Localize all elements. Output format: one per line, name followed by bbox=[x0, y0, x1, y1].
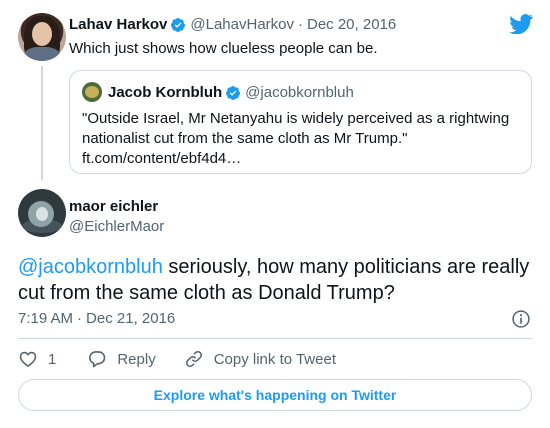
quoted-tweet-body: "Outside Israel, Mr Netanyahu is widely … bbox=[82, 110, 510, 147]
parent-tweet-text: Which just shows how clueless people can… bbox=[69, 40, 378, 57]
quoted-author-handle[interactable]: @jacobkornbluh bbox=[245, 84, 354, 101]
verified-badge-icon bbox=[226, 85, 241, 100]
like-button[interactable]: 1 bbox=[18, 349, 56, 369]
copy-link-label: Copy link to Tweet bbox=[213, 350, 336, 368]
like-count: 1 bbox=[48, 350, 57, 368]
quoted-author-name[interactable]: Jacob Kornbluh bbox=[108, 84, 222, 101]
twitter-bird-icon[interactable] bbox=[509, 14, 533, 34]
author-name[interactable]: maor eichler bbox=[69, 198, 158, 215]
action-bar: 1 Reply Copy link to Tweet bbox=[18, 348, 336, 370]
link-icon bbox=[185, 351, 202, 367]
parent-author-name[interactable]: Lahav Harkov bbox=[69, 16, 167, 33]
parent-tweet-date[interactable]: Dec 20, 2016 bbox=[307, 16, 396, 33]
separator-dot: · bbox=[77, 310, 83, 327]
avatar[interactable] bbox=[18, 189, 66, 237]
verified-badge-icon bbox=[171, 17, 186, 32]
reply-bubble-icon bbox=[89, 351, 106, 368]
reply-label: Reply bbox=[117, 350, 156, 368]
thread-connector-line bbox=[41, 66, 43, 180]
reply-button[interactable]: Reply bbox=[87, 349, 156, 369]
tweet-text: @jacobkornbluh seriously, how many polit… bbox=[18, 254, 538, 306]
parent-tweet-header: Lahav Harkov @LahavHarkov · Dec 20, 2016 bbox=[69, 16, 396, 33]
divider bbox=[18, 338, 532, 339]
tweet-embed-card: Lahav Harkov @LahavHarkov · Dec 20, 2016… bbox=[0, 0, 550, 428]
mention-link[interactable]: @jacobkornbluh bbox=[18, 256, 163, 278]
tweet-timestamp[interactable]: 7:19 AM · Dec 21, 2016 bbox=[18, 310, 175, 327]
avatar[interactable] bbox=[82, 82, 102, 102]
copy-link-button[interactable]: Copy link to Tweet bbox=[184, 349, 336, 369]
quoted-tweet[interactable]: Jacob Kornbluh @jacobkornbluh "Outside I… bbox=[69, 70, 532, 174]
separator-dot: · bbox=[298, 16, 303, 33]
explore-twitter-button[interactable]: Explore what's happening on Twitter bbox=[18, 379, 532, 411]
parent-author-handle[interactable]: @LahavHarkov bbox=[190, 16, 294, 33]
heart-icon bbox=[19, 351, 37, 367]
tweet-time[interactable]: 7:19 AM bbox=[18, 310, 73, 327]
author-handle[interactable]: @EichlerMaor bbox=[69, 218, 164, 235]
tweet-date[interactable]: Dec 21, 2016 bbox=[86, 310, 175, 327]
quoted-tweet-link[interactable]: ft.com/content/ebf4d4… bbox=[82, 149, 522, 169]
quoted-tweet-text: "Outside Israel, Mr Netanyahu is widely … bbox=[82, 109, 522, 169]
avatar[interactable] bbox=[18, 13, 66, 61]
quoted-tweet-header: Jacob Kornbluh @jacobkornbluh bbox=[108, 84, 354, 101]
info-icon[interactable] bbox=[511, 309, 531, 329]
